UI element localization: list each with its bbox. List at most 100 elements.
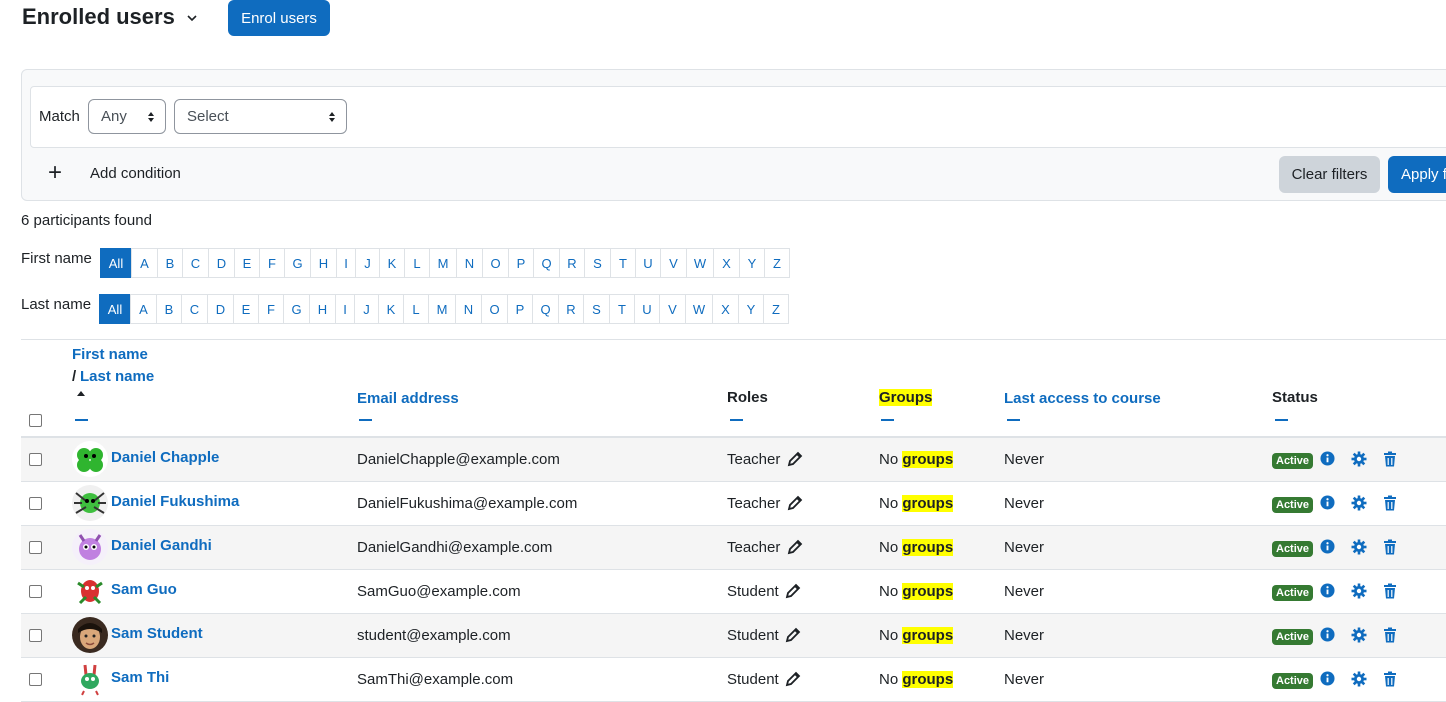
avatar[interactable] (72, 529, 108, 565)
row-select-checkbox[interactable] (29, 541, 42, 554)
initial-g[interactable]: G (284, 248, 311, 278)
match-select[interactable]: Any (88, 99, 166, 134)
initial-m[interactable]: M (428, 294, 456, 324)
info-icon[interactable] (1320, 671, 1335, 686)
initial-t[interactable]: T (609, 294, 635, 324)
initial-e[interactable]: E (234, 248, 260, 278)
initial-q[interactable]: Q (533, 248, 560, 278)
pencil-icon[interactable] (785, 627, 801, 643)
initial-u[interactable]: U (635, 248, 661, 278)
pencil-icon[interactable] (787, 495, 803, 511)
initial-v[interactable]: V (659, 294, 686, 324)
pencil-icon[interactable] (787, 451, 803, 467)
select-all-checkbox[interactable] (29, 414, 42, 427)
trash-icon[interactable] (1382, 451, 1398, 467)
initial-x[interactable]: X (713, 248, 740, 278)
sort-email[interactable]: Email address (357, 390, 459, 407)
info-icon[interactable] (1320, 539, 1335, 554)
user-name-link[interactable]: Daniel Chapple (111, 449, 219, 466)
initial-i[interactable]: I (335, 294, 355, 324)
initial-x[interactable]: X (712, 294, 739, 324)
initial-k[interactable]: K (379, 248, 405, 278)
initial-t[interactable]: T (610, 248, 636, 278)
gear-icon[interactable] (1351, 583, 1367, 599)
initial-all[interactable]: All (100, 248, 132, 278)
add-condition-button[interactable]: Add condition (90, 165, 181, 182)
collapse-column-icon[interactable] (1007, 419, 1020, 421)
user-name-link[interactable]: Daniel Gandhi (111, 537, 212, 554)
initial-e[interactable]: E (233, 294, 259, 324)
initial-b[interactable]: B (157, 248, 183, 278)
collapse-column-icon[interactable] (75, 419, 88, 421)
initial-c[interactable]: C (181, 294, 208, 324)
sort-last-name[interactable]: Last name (80, 368, 154, 385)
collapse-column-icon[interactable] (359, 419, 372, 421)
row-select-checkbox[interactable] (29, 497, 42, 510)
initial-l[interactable]: L (404, 248, 430, 278)
avatar[interactable] (72, 573, 108, 609)
initial-d[interactable]: D (207, 294, 234, 324)
sort-first-name[interactable]: First name (72, 346, 148, 363)
initial-s[interactable]: S (583, 294, 610, 324)
avatar[interactable] (72, 485, 108, 521)
enrol-users-button[interactable]: Enrol users (228, 0, 330, 36)
initial-u[interactable]: U (634, 294, 660, 324)
collapse-column-icon[interactable] (881, 419, 894, 421)
initial-f[interactable]: F (259, 248, 285, 278)
initial-y[interactable]: Y (739, 248, 765, 278)
initial-c[interactable]: C (182, 248, 209, 278)
gear-icon[interactable] (1351, 495, 1367, 511)
initial-v[interactable]: V (660, 248, 687, 278)
initial-y[interactable]: Y (738, 294, 764, 324)
chevron-down-icon[interactable] (186, 13, 198, 23)
gear-icon[interactable] (1351, 451, 1367, 467)
pencil-icon[interactable] (785, 671, 801, 687)
row-select-checkbox[interactable] (29, 629, 42, 642)
sort-last-access[interactable]: Last access to course (1004, 390, 1161, 407)
initial-all[interactable]: All (99, 294, 131, 324)
user-name-link[interactable]: Sam Thi (111, 669, 169, 686)
user-name-link[interactable]: Sam Guo (111, 581, 177, 598)
initial-i[interactable]: I (336, 248, 356, 278)
initial-z[interactable]: Z (764, 248, 790, 278)
initial-r[interactable]: R (558, 294, 584, 324)
initial-m[interactable]: M (429, 248, 457, 278)
page-title[interactable]: Enrolled users (22, 4, 175, 30)
trash-icon[interactable] (1382, 495, 1398, 511)
initial-k[interactable]: K (378, 294, 404, 324)
info-icon[interactable] (1320, 627, 1335, 642)
user-name-link[interactable]: Daniel Fukushima (111, 493, 239, 510)
apply-filters-button[interactable]: Apply filters (1388, 156, 1446, 193)
initial-z[interactable]: Z (763, 294, 789, 324)
initial-d[interactable]: D (208, 248, 235, 278)
info-icon[interactable] (1320, 583, 1335, 598)
gear-icon[interactable] (1351, 539, 1367, 555)
initial-p[interactable]: P (507, 294, 533, 324)
initial-o[interactable]: O (481, 294, 508, 324)
pencil-icon[interactable] (785, 583, 801, 599)
trash-icon[interactable] (1382, 583, 1398, 599)
info-icon[interactable] (1320, 451, 1335, 466)
clear-filters-button[interactable]: Clear filters (1279, 156, 1380, 193)
initial-f[interactable]: F (258, 294, 284, 324)
initial-l[interactable]: L (403, 294, 429, 324)
initial-h[interactable]: H (310, 248, 337, 278)
initial-a[interactable]: A (130, 294, 157, 324)
plus-icon[interactable]: + (48, 161, 62, 185)
initial-h[interactable]: H (309, 294, 336, 324)
trash-icon[interactable] (1382, 539, 1398, 555)
gear-icon[interactable] (1351, 671, 1367, 687)
user-name-link[interactable]: Sam Student (111, 625, 203, 642)
initial-g[interactable]: G (283, 294, 310, 324)
avatar[interactable] (72, 661, 108, 697)
collapse-column-icon[interactable] (730, 419, 743, 421)
initial-j[interactable]: J (354, 294, 379, 324)
row-select-checkbox[interactable] (29, 673, 42, 686)
avatar[interactable] (72, 441, 108, 477)
initial-n[interactable]: N (456, 248, 483, 278)
row-select-checkbox[interactable] (29, 585, 42, 598)
collapse-column-icon[interactable] (1275, 419, 1288, 421)
initial-n[interactable]: N (455, 294, 482, 324)
initial-w[interactable]: W (686, 248, 714, 278)
trash-icon[interactable] (1382, 671, 1398, 687)
